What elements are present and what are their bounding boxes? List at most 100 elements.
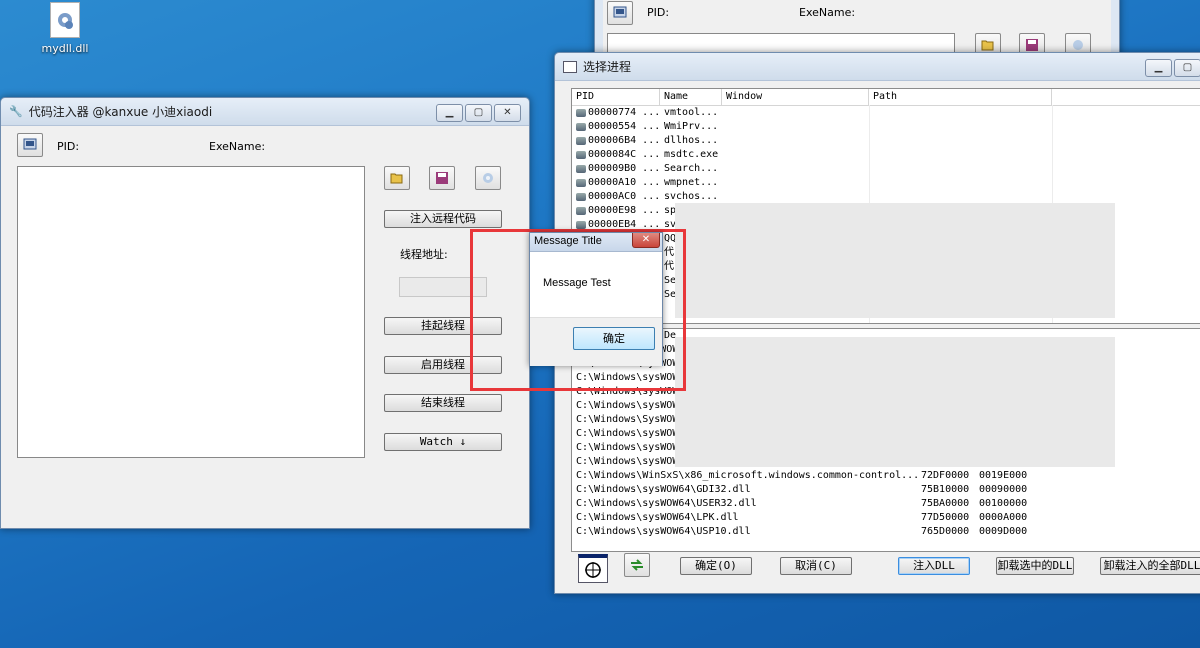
dll-file-icon xyxy=(50,2,80,38)
process-row[interactable]: 00000A10 ... wmpnet... xyxy=(572,176,1200,190)
disabled-action-button[interactable] xyxy=(475,166,501,190)
module-size: 0000A000 xyxy=(979,512,1028,523)
minimize-icon[interactable]: ▁ xyxy=(1145,59,1172,77)
process-row[interactable]: 000006B4 ... dllhos... xyxy=(572,134,1200,148)
open-folder-button[interactable] xyxy=(384,166,410,190)
process-icon xyxy=(576,151,586,159)
folder-icon xyxy=(390,173,403,184)
process-icon xyxy=(576,137,586,145)
code-injector-window: 🔧 代码注入器 @kanxue 小迪xiaodi ▁ ▢ ✕ PID: ExeN… xyxy=(0,97,530,529)
unload-selected-dll-button[interactable]: 卸载选中的DLL xyxy=(996,557,1074,575)
column-header-path[interactable]: Path xyxy=(869,89,1052,105)
process-row[interactable]: 00000554 ... WmiPrv... xyxy=(572,120,1200,134)
process-window-titlebar[interactable]: 选择进程 xyxy=(555,53,1200,81)
app-icon: 🔧 xyxy=(9,105,23,118)
process-name: Search... xyxy=(664,163,719,174)
module-path: C:\Windows\sysWOW64\LPK.dll xyxy=(576,512,739,523)
maximize-icon[interactable]: ▢ xyxy=(1174,59,1200,77)
pid-label: PID: xyxy=(57,140,80,153)
top-exename-label: ExeName: xyxy=(799,6,856,19)
process-row[interactable]: 00000AC0 ... svchos... xyxy=(572,190,1200,204)
unload-all-dll-button[interactable]: 卸载注入的全部DLL xyxy=(1100,557,1200,575)
terminate-thread-button[interactable]: 结束线程 xyxy=(384,394,502,412)
process-name: WmiPrv... xyxy=(664,121,719,132)
process-row[interactable]: 000009B0 ... Search... xyxy=(572,162,1200,176)
watch-button[interactable]: Watch ↓ xyxy=(384,433,502,451)
process-pid: 00000A10 ... xyxy=(588,177,661,188)
unrendered-overlay-lower xyxy=(675,337,1115,467)
message-box: Message Title ✕ Message Test 确定 xyxy=(529,232,663,366)
process-name: wmpnet... xyxy=(664,177,719,188)
message-box-title: Message Title xyxy=(534,235,602,247)
process-list-header: PID Name Window Path xyxy=(572,89,1200,106)
target-crosshair-button[interactable] xyxy=(578,554,608,583)
main-window-client: PID: ExeName: 注入远程代码 线程地址: 挂起线程 启用线程 结束线… xyxy=(1,126,529,528)
module-path: C:\Windows\sysWOW64\USP10.dll xyxy=(576,526,751,537)
crosshair-icon xyxy=(585,562,601,578)
process-icon xyxy=(576,165,586,173)
column-header-window[interactable]: Window xyxy=(722,89,869,105)
main-window-title: 代码注入器 @kanxue 小迪xiaodi xyxy=(28,105,213,119)
unrendered-overlay xyxy=(675,203,1115,318)
process-window-title: 选择进程 xyxy=(583,60,632,74)
refresh-icon xyxy=(631,559,643,571)
module-size: 0009D000 xyxy=(979,526,1028,537)
process-name: dllhos... xyxy=(664,135,719,146)
exename-label: ExeName: xyxy=(209,140,266,153)
process-row[interactable]: 0000084C ... msdtc.exe xyxy=(572,148,1200,162)
process-pid: 00000AC0 ... xyxy=(588,191,661,202)
process-pid: 0000084C ... xyxy=(588,149,661,160)
module-size: 00100000 xyxy=(979,498,1028,509)
column-header-name[interactable]: Name xyxy=(660,89,722,105)
process-icon xyxy=(576,221,586,229)
module-path: C:\Windows\sysWOW xyxy=(576,400,679,411)
desktop-file-icon[interactable]: mydll.dll xyxy=(30,0,100,62)
save-icon xyxy=(436,172,448,184)
message-box-titlebar[interactable]: Message Title ✕ xyxy=(530,233,662,252)
process-pid: 00000554 ... xyxy=(588,121,661,132)
message-box-close-icon[interactable]: ✕ xyxy=(632,233,660,248)
module-size: 00090000 xyxy=(979,484,1028,495)
window-icon xyxy=(563,60,577,73)
top-window-process-button[interactable] xyxy=(607,1,633,25)
process-icon xyxy=(576,109,586,117)
code-textarea[interactable] xyxy=(17,166,365,458)
desktop-file-label: mydll.dll xyxy=(41,42,89,55)
inject-remote-code-button[interactable]: 注入远程代码 xyxy=(384,210,502,228)
inject-dll-button[interactable]: 注入DLL xyxy=(898,557,970,575)
process-icon xyxy=(576,179,586,187)
process-name: svchos... xyxy=(664,191,719,202)
maximize-icon[interactable]: ▢ xyxy=(465,104,492,122)
ok-button[interactable]: 确定(O) xyxy=(680,557,752,575)
gear-icon xyxy=(483,173,493,183)
module-base: 75BA0000 xyxy=(921,498,970,509)
module-base: 75B10000 xyxy=(921,484,970,495)
module-path: C:\Windows\sysWOW64\USER32.dll xyxy=(576,498,757,509)
module-path: C:\Windows\SysWOW xyxy=(576,414,679,425)
module-base: 72DF0000 xyxy=(921,470,970,481)
process-name: vmtool... xyxy=(664,107,719,118)
module-size: 0019E000 xyxy=(979,470,1028,481)
process-row[interactable]: 00000774 ... vmtool... xyxy=(572,106,1200,120)
column-header-pid[interactable]: PID xyxy=(572,89,660,105)
process-pid: 00000E98 ... xyxy=(588,205,661,216)
process-name: msdtc.exe xyxy=(664,149,719,160)
select-process-button[interactable] xyxy=(17,133,43,157)
module-path: C:\Windows\WinSxS\x86_microsoft.windows.… xyxy=(576,470,920,481)
thread-address-label: 线程地址: xyxy=(400,248,448,261)
process-pid: 000009B0 ... xyxy=(588,163,661,174)
process-icon xyxy=(576,123,586,131)
message-box-ok-button[interactable]: 确定 xyxy=(573,327,655,350)
close-icon[interactable]: ✕ xyxy=(494,104,521,122)
minimize-icon[interactable]: ▁ xyxy=(436,104,463,122)
process-icon xyxy=(576,207,586,215)
process-pid: 000006B4 ... xyxy=(588,135,661,146)
module-path: C:\Windows\sysWOW64\GDI32.dll xyxy=(576,484,751,495)
module-base: 765D0000 xyxy=(921,526,970,537)
cancel-button[interactable]: 取消(C) xyxy=(780,557,852,575)
save-button[interactable] xyxy=(429,166,455,190)
process-icon xyxy=(576,193,586,201)
process-pid: 00000774 ... xyxy=(588,107,661,118)
refresh-button[interactable] xyxy=(624,553,650,577)
message-box-text: Message Test xyxy=(543,277,611,289)
